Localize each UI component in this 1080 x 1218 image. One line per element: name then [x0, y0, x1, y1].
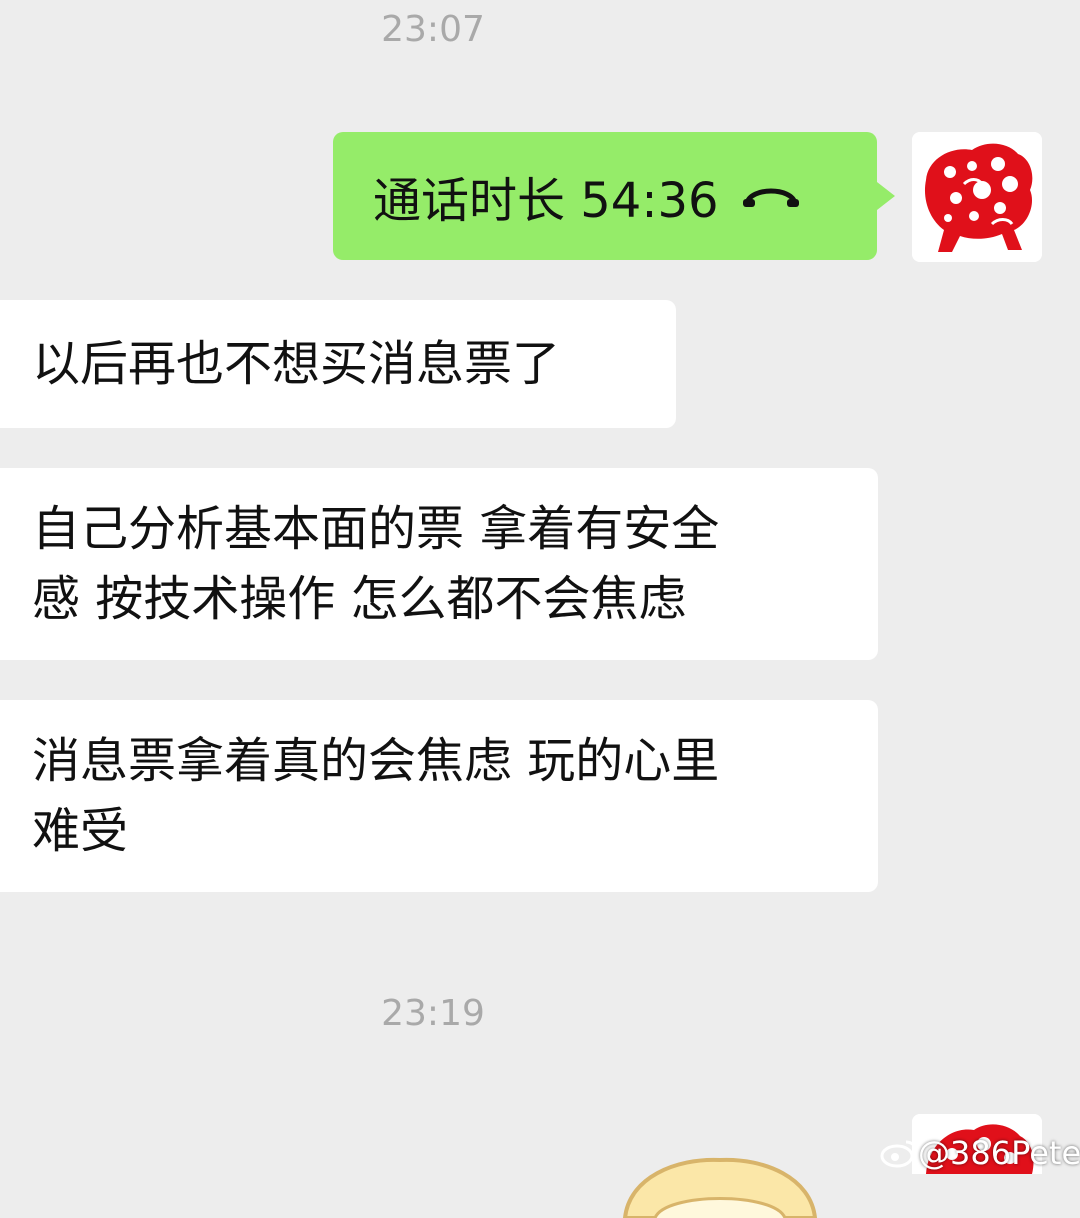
message-text-line: 感 按技术操作 怎么都不会焦虑: [32, 571, 687, 627]
call-duration-label: 通话时长 54:36: [373, 173, 719, 229]
incoming-message[interactable]: 消息票拿着真的会焦虑 玩的心里 难受: [0, 700, 878, 892]
paper-cut-ox-avatar-icon: [912, 132, 1042, 262]
bubble-tail: [877, 182, 895, 210]
weibo-icon: [880, 1140, 918, 1168]
message-text-line: 消息票拿着真的会焦虑 玩的心里: [32, 733, 720, 789]
watermark-handle: @386Peter: [918, 1134, 1080, 1172]
phone-hangup-icon: [742, 188, 799, 207]
timestamp: 23:07: [381, 9, 485, 50]
incoming-message[interactable]: 自己分析基本面的票 拿着有安全 感 按技术操作 怎么都不会焦虑: [0, 468, 878, 660]
user-avatar[interactable]: [912, 132, 1042, 262]
cartoon-sticker-icon[interactable]: [615, 1138, 825, 1218]
message-text-line: 自己分析基本面的票 拿着有安全: [32, 501, 720, 557]
call-record-bubble[interactable]: 通话时长 54:36: [333, 132, 895, 260]
weibo-watermark: @386Peter: [880, 1134, 1080, 1172]
message-text: 以后再也不想买消息票了: [32, 336, 561, 392]
incoming-message[interactable]: 以后再也不想买消息票了: [0, 300, 676, 428]
message-text-line: 难受: [32, 803, 129, 859]
timestamp: 23:19: [381, 993, 485, 1034]
